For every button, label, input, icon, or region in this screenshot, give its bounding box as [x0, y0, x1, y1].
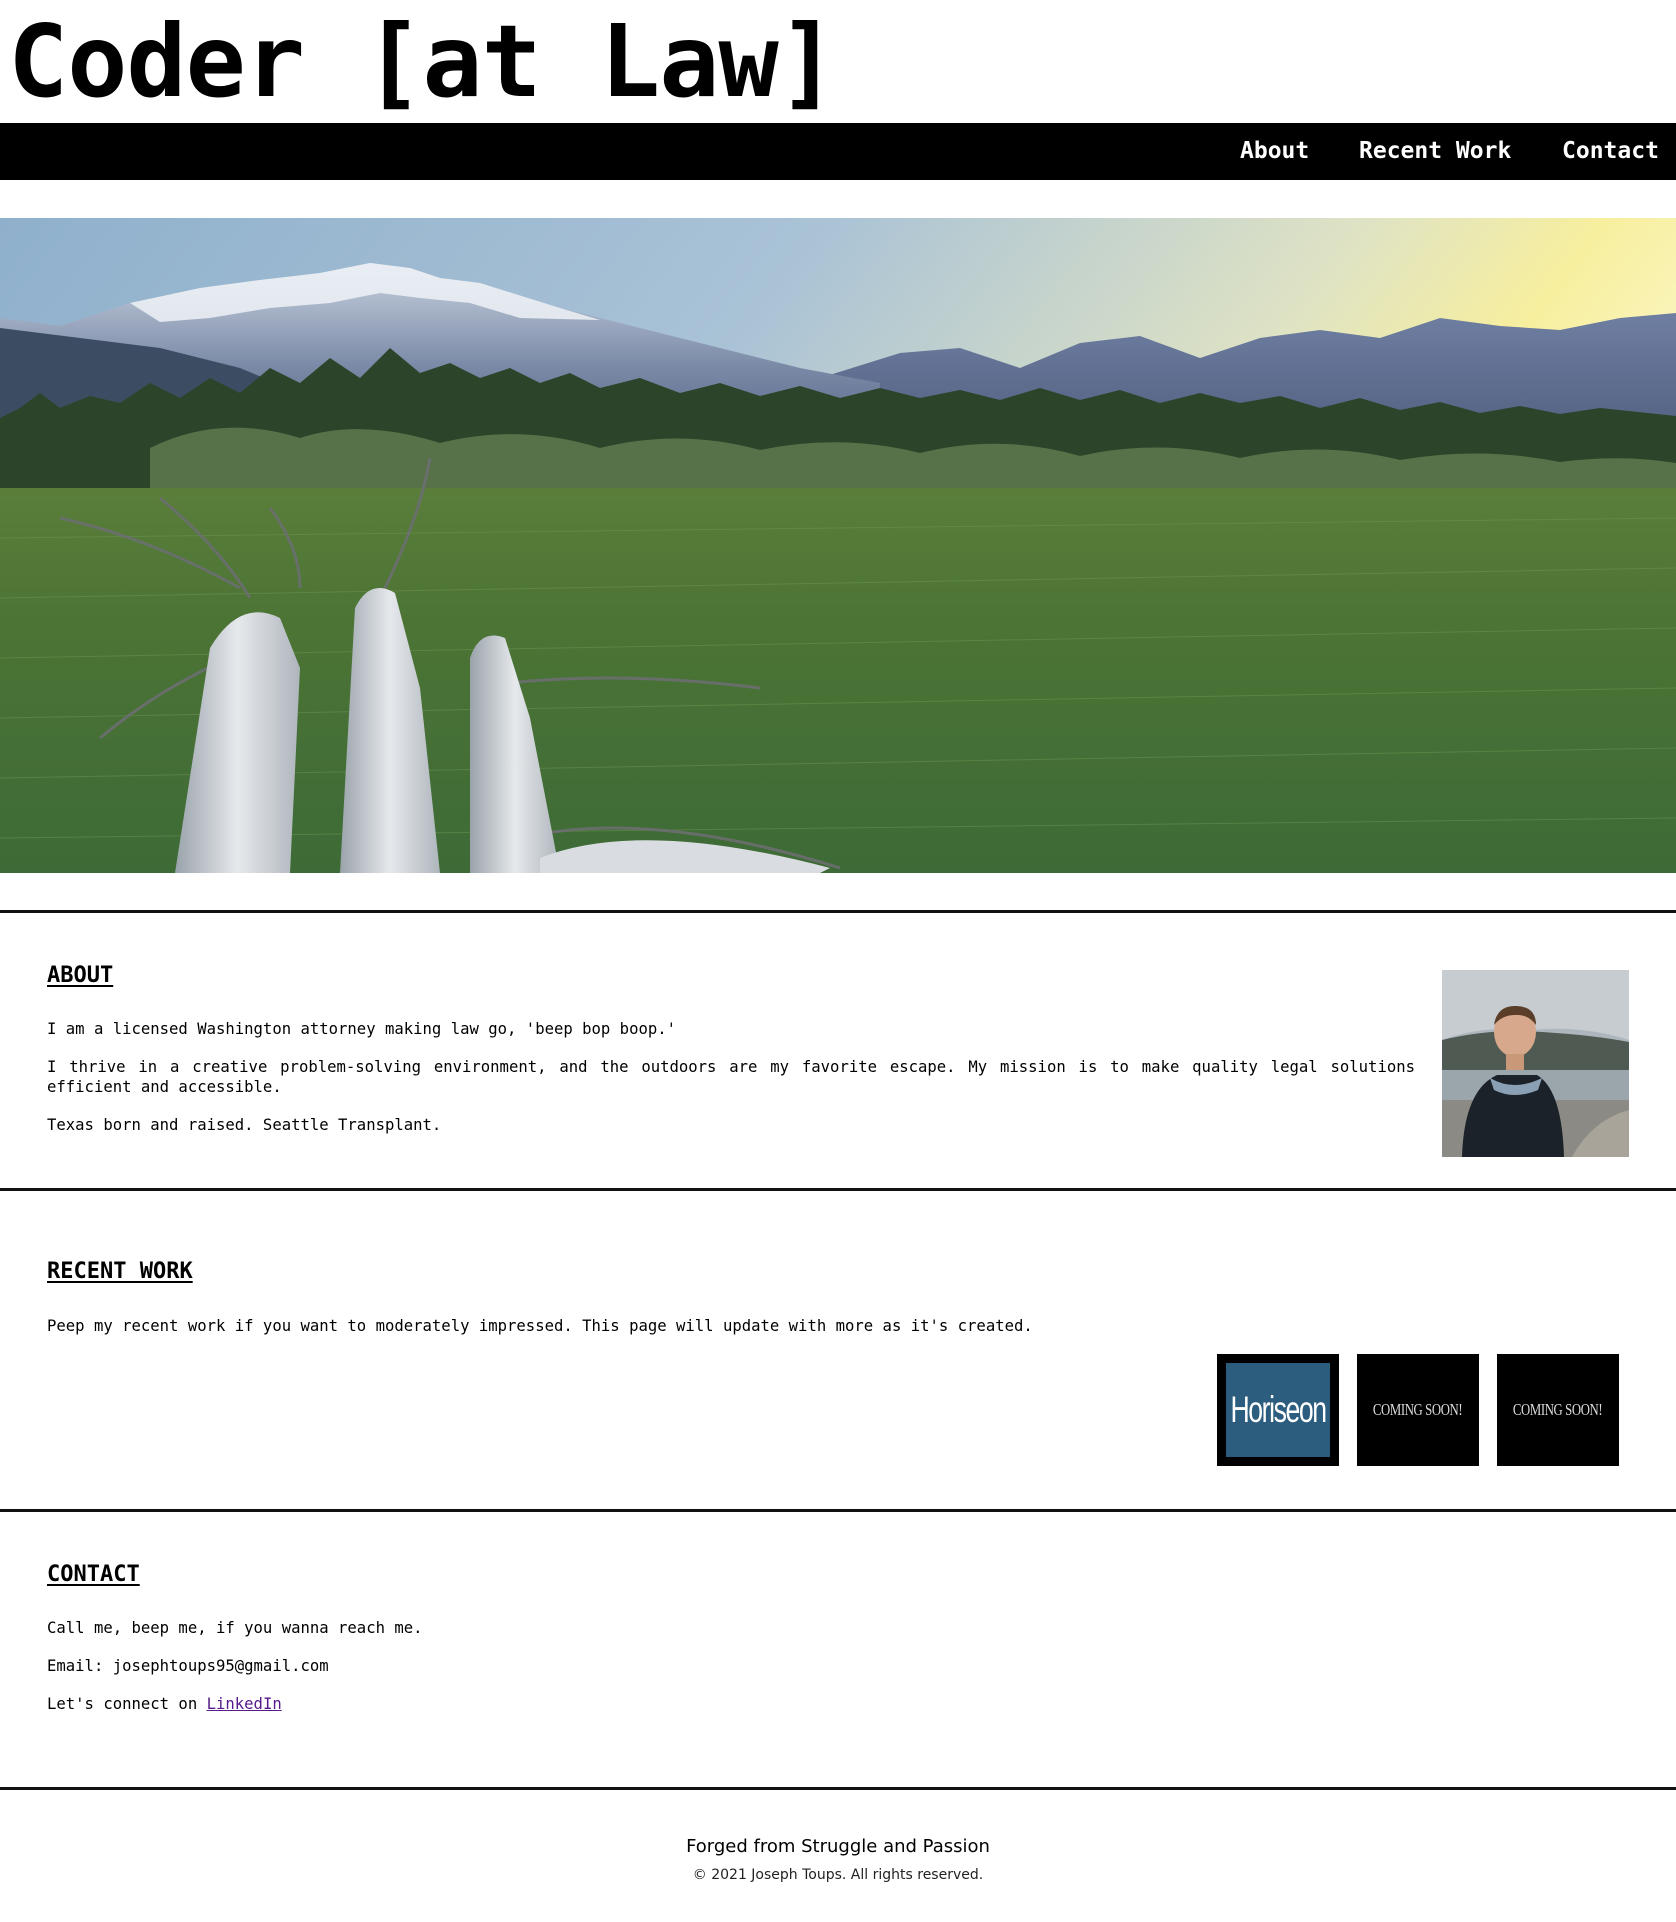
divider	[0, 1509, 1676, 1512]
contact-call-text: Call me, beep me, if you wanna reach me.	[47, 1619, 423, 1637]
contact-linkedin-line: Let's connect on LinkedIn	[47, 1694, 282, 1714]
site-title: Coder [at Law]	[8, 3, 838, 120]
footer-title: Forged from Struggle and Passion	[686, 1836, 990, 1857]
project-coming-soon-thumbnail[interactable]: COMING SOON!	[1357, 1354, 1479, 1466]
contact-email: Email: josephtoups95@gmail.com	[47, 1657, 329, 1675]
nav-link-contact[interactable]: Contact	[1562, 135, 1659, 167]
footer-copyright: © 2021 Joseph Toups. All rights reserved…	[692, 1867, 984, 1883]
about-paragraph: I am a licensed Washington attorney maki…	[47, 1020, 677, 1038]
coming-soon-text: COMING SOON!	[1513, 1400, 1603, 1419]
divider	[0, 1188, 1676, 1191]
coming-soon-text: COMING SOON!	[1373, 1400, 1463, 1419]
navbar: About Recent Work Contact	[0, 123, 1676, 180]
recent-work-intro: Peep my recent work if you want to moder…	[47, 1317, 1033, 1335]
about-heading: ABOUT	[47, 963, 114, 988]
horiseon-logo-text: Horiseon	[1230, 1389, 1327, 1430]
about-paragraph: I thrive in a creative problem-solving e…	[47, 1058, 1415, 1096]
divider	[0, 1787, 1676, 1790]
divider	[0, 910, 1676, 913]
nav-link-about[interactable]: About	[1240, 135, 1309, 167]
project-horiseon-thumbnail[interactable]: Horiseon	[1217, 1354, 1339, 1466]
nav-link-recent-work[interactable]: Recent Work	[1359, 135, 1511, 167]
horiseon-logo: Horiseon	[1226, 1363, 1330, 1457]
contact-heading: CONTACT	[47, 1562, 140, 1587]
about-paragraph: Texas born and raised. Seattle Transplan…	[47, 1116, 442, 1134]
linkedin-prefix: Let's connect on	[47, 1695, 207, 1713]
recent-work-heading: RECENT WORK	[47, 1259, 193, 1284]
linkedin-link[interactable]: LinkedIn	[207, 1695, 282, 1713]
hero-image	[0, 218, 1676, 873]
profile-photo	[1442, 970, 1629, 1157]
project-coming-soon-thumbnail[interactable]: COMING SOON!	[1497, 1354, 1619, 1466]
